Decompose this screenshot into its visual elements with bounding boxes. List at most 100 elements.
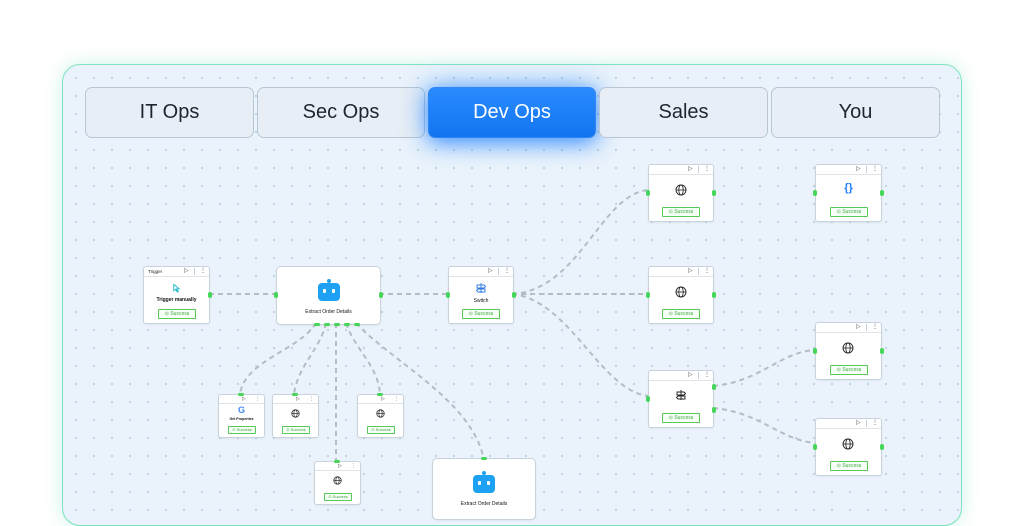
signpost-icon <box>675 390 687 400</box>
node-title: Trigger manually <box>156 297 197 303</box>
more-icon[interactable]: ⋮ <box>394 395 399 403</box>
input-port[interactable] <box>646 292 650 298</box>
status-badge: ⊙ Success <box>367 426 395 434</box>
more-icon[interactable]: ⋮ <box>704 165 710 174</box>
http-node[interactable]: ▷ ⋮ ⊙ Success <box>646 266 716 324</box>
node-header: ▷ ⋮ <box>649 267 713 277</box>
status-badge: ⊙ Success <box>830 365 868 375</box>
status-badge: ⊙ Success <box>830 461 868 471</box>
play-icon[interactable]: ▷ <box>856 165 861 174</box>
globe-icon <box>291 409 300 418</box>
more-icon[interactable]: ⋮ <box>872 165 878 174</box>
more-icon[interactable]: ⋮ <box>255 395 260 403</box>
status-badge: ⊙ Success <box>228 426 256 434</box>
node-title: Extract Order Details <box>460 501 508 507</box>
input-port[interactable] <box>334 460 340 463</box>
node-header: ▷ ⋮ <box>449 267 513 277</box>
divider <box>698 372 699 379</box>
globe-icon <box>675 286 687 298</box>
globe-icon <box>675 184 687 196</box>
http-node[interactable]: ▷ ⋮ ⊙ Success <box>813 418 884 476</box>
play-icon[interactable]: ▷ <box>688 267 693 276</box>
google-node[interactable]: ▷ ⋮ G Get Properties ⊙ Success <box>218 393 265 438</box>
status-badge: ⊙ Success <box>462 309 500 319</box>
code-node[interactable]: ▷ ⋮ {} ⊙ Success <box>813 164 884 222</box>
input-port[interactable] <box>446 292 450 298</box>
play-icon[interactable]: ▷ <box>338 462 342 470</box>
switch-node[interactable]: ▷ ⋮ ⊙ Success <box>646 370 716 428</box>
play-icon[interactable]: ▷ <box>488 267 493 276</box>
ai-agent-node[interactable]: Extract Order Details <box>432 457 536 520</box>
input-port[interactable] <box>238 393 244 396</box>
more-icon[interactable]: ⋮ <box>200 267 206 276</box>
node-header: ▷ ⋮ <box>649 371 713 381</box>
input-port[interactable] <box>481 457 487 460</box>
switch-node[interactable]: ▷ ⋮ Switch ⊙ Success <box>446 266 516 324</box>
tab-dev-ops[interactable]: Dev Ops <box>428 87 596 138</box>
play-icon[interactable]: ▷ <box>856 419 861 428</box>
input-port[interactable] <box>813 190 817 196</box>
globe-icon <box>842 342 854 354</box>
globe-icon <box>333 476 342 485</box>
tab-sales[interactable]: Sales <box>599 87 768 138</box>
trigger-node[interactable]: Trigger ▷ ⋮ Trigger manually ⊙ Success <box>143 266 212 324</box>
output-port[interactable] <box>712 407 716 413</box>
play-icon[interactable]: ▷ <box>688 165 693 174</box>
output-port[interactable] <box>880 190 884 196</box>
play-icon[interactable]: ▷ <box>184 267 189 276</box>
status-badge: ⊙ Success <box>282 426 310 434</box>
output-port[interactable] <box>880 348 884 354</box>
output-port[interactable] <box>324 323 330 326</box>
output-port[interactable] <box>712 190 716 196</box>
input-port[interactable] <box>813 348 817 354</box>
play-icon[interactable]: ▷ <box>242 395 246 403</box>
status-badge: ⊙ Success <box>662 413 700 423</box>
output-port[interactable] <box>314 323 320 326</box>
http-node[interactable]: ▷ ⋮ ⊙ Success <box>314 460 361 505</box>
more-icon[interactable]: ⋮ <box>351 462 356 470</box>
output-port[interactable] <box>344 323 350 326</box>
more-icon[interactable]: ⋮ <box>504 267 510 276</box>
play-icon[interactable]: ▷ <box>296 395 300 403</box>
input-port[interactable] <box>274 292 278 298</box>
more-icon[interactable]: ⋮ <box>872 323 878 332</box>
output-port[interactable] <box>334 323 340 326</box>
play-icon[interactable]: ▷ <box>688 371 693 380</box>
more-icon[interactable]: ⋮ <box>309 395 314 403</box>
input-port[interactable] <box>646 396 650 402</box>
globe-icon <box>376 409 385 418</box>
tab-sec-ops[interactable]: Sec Ops <box>257 87 425 138</box>
node-header: ▷ ⋮ <box>315 462 360 471</box>
node-title: Get Properties <box>229 417 254 421</box>
http-node[interactable]: ▷ ⋮ ⊙ Success <box>646 164 716 222</box>
output-port[interactable] <box>208 292 212 298</box>
node-header: ▷ ⋮ <box>816 165 881 175</box>
code-braces-icon: {} <box>844 182 853 194</box>
http-node[interactable]: ▷ ⋮ ⊙ Success <box>813 322 884 380</box>
tab-it-ops[interactable]: IT Ops <box>85 87 254 138</box>
output-port[interactable] <box>880 444 884 450</box>
input-port[interactable] <box>292 393 298 396</box>
input-port[interactable] <box>377 393 383 396</box>
more-icon[interactable]: ⋮ <box>872 419 878 428</box>
ai-agent-node[interactable]: Extract Order Details <box>274 266 383 326</box>
play-icon[interactable]: ▷ <box>856 323 861 332</box>
input-port[interactable] <box>813 444 817 450</box>
robot-icon <box>473 475 495 493</box>
output-port[interactable] <box>712 384 716 390</box>
http-node[interactable]: ▷ ⋮ ⊙ Success <box>357 393 404 438</box>
output-port[interactable] <box>512 292 516 298</box>
more-icon[interactable]: ⋮ <box>704 267 710 276</box>
divider <box>866 324 867 331</box>
divider <box>194 268 195 275</box>
node-title: Switch <box>473 298 489 304</box>
output-port[interactable] <box>379 292 383 298</box>
play-icon[interactable]: ▷ <box>381 395 385 403</box>
http-node[interactable]: ▷ ⋮ ⊙ Success <box>272 393 319 438</box>
output-port[interactable] <box>712 292 716 298</box>
status-badge: ⊙ Success <box>830 207 868 217</box>
output-port[interactable] <box>354 323 360 326</box>
input-port[interactable] <box>646 190 650 196</box>
more-icon[interactable]: ⋮ <box>704 371 710 380</box>
tab-you[interactable]: You <box>771 87 940 138</box>
